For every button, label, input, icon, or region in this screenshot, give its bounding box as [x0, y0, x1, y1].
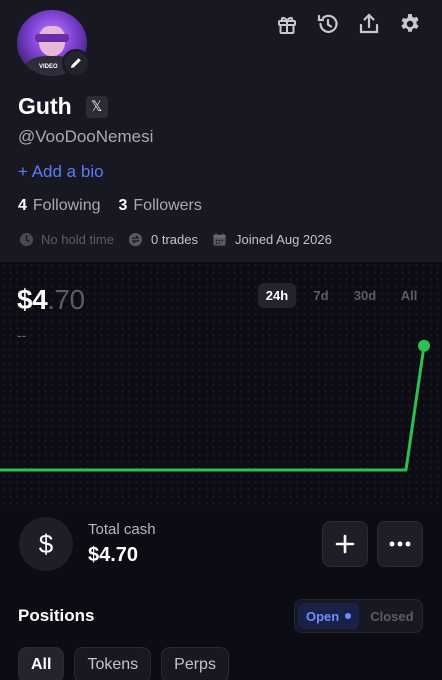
closed-tab-label: Closed — [370, 608, 414, 624]
position-filters: All Tokens Perps — [18, 647, 229, 680]
filter-tokens[interactable]: Tokens — [74, 647, 152, 680]
more-dots-icon — [389, 541, 411, 547]
pencil-icon — [71, 58, 81, 68]
more-button[interactable] — [377, 521, 423, 567]
portfolio-series-line — [0, 345, 426, 472]
following-link[interactable]: 4 Following — [18, 197, 101, 215]
profile-header: VIDEO Guth 𝕏 @VooDooNemesi + Add a bio 4… — [0, 0, 442, 262]
dollar-icon: $ — [19, 517, 73, 571]
hold-time-stat: No hold time — [18, 231, 114, 247]
share-icon[interactable] — [356, 11, 381, 36]
joined-stat: Joined Aug 2026 — [212, 231, 332, 247]
clock-icon — [18, 231, 34, 247]
following-count: 4 — [18, 197, 27, 214]
history-icon[interactable] — [315, 11, 340, 36]
open-tab[interactable]: Open — [298, 603, 360, 629]
swap-icon — [128, 231, 144, 247]
x-icon[interactable]: 𝕏 — [85, 95, 108, 118]
closed-tab[interactable]: Closed — [362, 603, 421, 629]
add-bio-link[interactable]: + Add a bio — [18, 162, 104, 182]
positions-title: Positions — [18, 606, 95, 625]
display-name: Guth — [18, 93, 72, 119]
joined-label: Joined Aug 2026 — [234, 231, 332, 247]
portfolio-chart[interactable] — [0, 262, 442, 506]
username-handle: @VooDooNemesi — [18, 127, 154, 146]
calendar-icon — [212, 231, 228, 247]
filter-perps[interactable]: Perps — [161, 647, 229, 680]
name-row: Guth 𝕏 — [18, 93, 108, 120]
trades-stat: 0 trades — [128, 231, 198, 247]
followers-label: Followers — [133, 197, 202, 214]
total-cash-value: $4.70 — [88, 544, 139, 566]
follow-stats: 4 Following 3 Followers — [18, 197, 202, 215]
avatar-shirt-text: VIDEO — [39, 64, 58, 70]
active-dot-icon — [345, 613, 352, 619]
hold-time-label: No hold time — [41, 231, 114, 247]
followers-count: 3 — [118, 197, 128, 214]
filter-all[interactable]: All — [18, 647, 65, 680]
avatar-mask — [35, 34, 69, 42]
total-cash-label: Total cash — [88, 521, 156, 538]
latest-value-point — [418, 339, 430, 352]
edit-avatar-button[interactable] — [62, 49, 90, 77]
gift-icon[interactable] — [274, 11, 299, 36]
followers-link[interactable]: 3 Followers — [119, 197, 202, 215]
gear-icon[interactable] — [397, 11, 422, 36]
trading-stats: No hold time 0 trades Joined Aug 2026 — [18, 231, 332, 247]
deposit-button[interactable] — [322, 521, 368, 567]
following-label: Following — [32, 197, 101, 214]
trades-label: 0 trades — [150, 231, 198, 247]
open-tab-label: Open — [306, 608, 340, 624]
top-actions — [274, 11, 422, 36]
positions-status-toggle: Open Closed — [294, 599, 423, 633]
plus-icon — [335, 534, 355, 554]
